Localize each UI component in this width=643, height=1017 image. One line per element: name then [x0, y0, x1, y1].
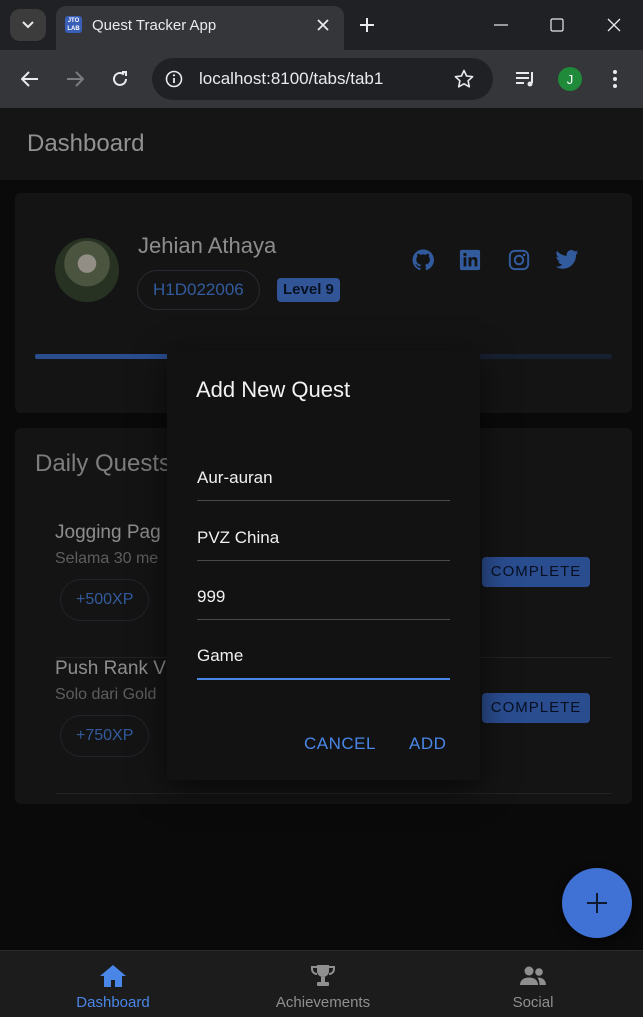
add-button[interactable]: ADD	[409, 734, 446, 754]
maximize-icon	[550, 18, 564, 32]
close-window-button[interactable]	[599, 10, 629, 40]
tab-label: Achievements	[275, 994, 371, 1011]
trophy-icon	[309, 963, 337, 989]
quest-xp-input[interactable]	[197, 587, 450, 607]
home-icon	[99, 963, 127, 989]
quest-category-field[interactable]	[197, 621, 450, 680]
tab-dashboard[interactable]: Dashboard	[6, 951, 220, 1017]
reload-icon	[113, 71, 127, 86]
playlist-icon	[516, 72, 533, 87]
forward-button[interactable]	[61, 65, 89, 93]
browser-tab[interactable]: JTO LAB Quest Tracker App	[56, 6, 344, 50]
browser-toolbar: localhost:8100/tabs/tab1 J	[0, 50, 643, 108]
tab-search-button[interactable]	[10, 9, 46, 41]
plus-icon	[360, 18, 374, 32]
tab-title: Quest Tracker App	[92, 17, 217, 34]
bottom-tab-bar: Dashboard Achievements Social	[0, 950, 643, 1017]
add-quest-fab[interactable]	[562, 868, 632, 938]
address-bar[interactable]: localhost:8100/tabs/tab1	[152, 58, 493, 100]
more-vert-icon	[613, 70, 617, 88]
quest-description-field[interactable]	[197, 502, 450, 561]
app-favicon: JTO LAB	[65, 16, 82, 33]
chrome-profile-avatar[interactable]: J	[558, 67, 582, 91]
arrow-left-icon	[21, 71, 38, 87]
tab-close-button[interactable]	[314, 16, 332, 34]
quest-description-input[interactable]	[197, 528, 450, 548]
plus-icon	[587, 893, 607, 913]
chevron-down-icon	[22, 21, 34, 29]
star-icon	[454, 69, 474, 88]
media-controls-button[interactable]	[512, 65, 540, 93]
dialog-title: Add New Quest	[196, 377, 351, 402]
quest-xp-field[interactable]	[197, 561, 450, 620]
close-icon	[607, 18, 621, 32]
people-icon	[519, 963, 547, 989]
browser-tabbar: JTO LAB Quest Tracker App	[0, 0, 643, 50]
reload-button[interactable]	[106, 65, 134, 93]
minimize-icon	[494, 24, 508, 26]
close-icon	[317, 19, 329, 31]
tab-social[interactable]: Social	[426, 951, 640, 1017]
new-tab-button[interactable]	[356, 14, 378, 36]
tab-label: Social	[512, 994, 554, 1011]
quest-title-field[interactable]	[197, 442, 450, 501]
tab-label: Dashboard	[76, 994, 150, 1011]
tab-achievements[interactable]: Achievements	[216, 951, 430, 1017]
arrow-right-icon	[67, 71, 84, 87]
chrome-menu-button[interactable]	[601, 65, 629, 93]
quest-category-input[interactable]	[197, 646, 450, 666]
bookmark-star-button[interactable]	[453, 68, 475, 90]
minimize-button[interactable]	[486, 10, 516, 40]
url-text: localhost:8100/tabs/tab1	[199, 69, 384, 88]
app-window: JTO LAB Quest Tracker App localhost:8100…	[0, 0, 643, 1017]
add-quest-dialog: Add New Quest CANCEL ADD	[167, 351, 480, 780]
cancel-button[interactable]: CANCEL	[304, 734, 376, 754]
quest-title-input[interactable]	[197, 468, 450, 488]
back-button[interactable]	[16, 65, 44, 93]
maximize-button[interactable]	[542, 10, 572, 40]
site-info-icon[interactable]	[164, 69, 184, 89]
